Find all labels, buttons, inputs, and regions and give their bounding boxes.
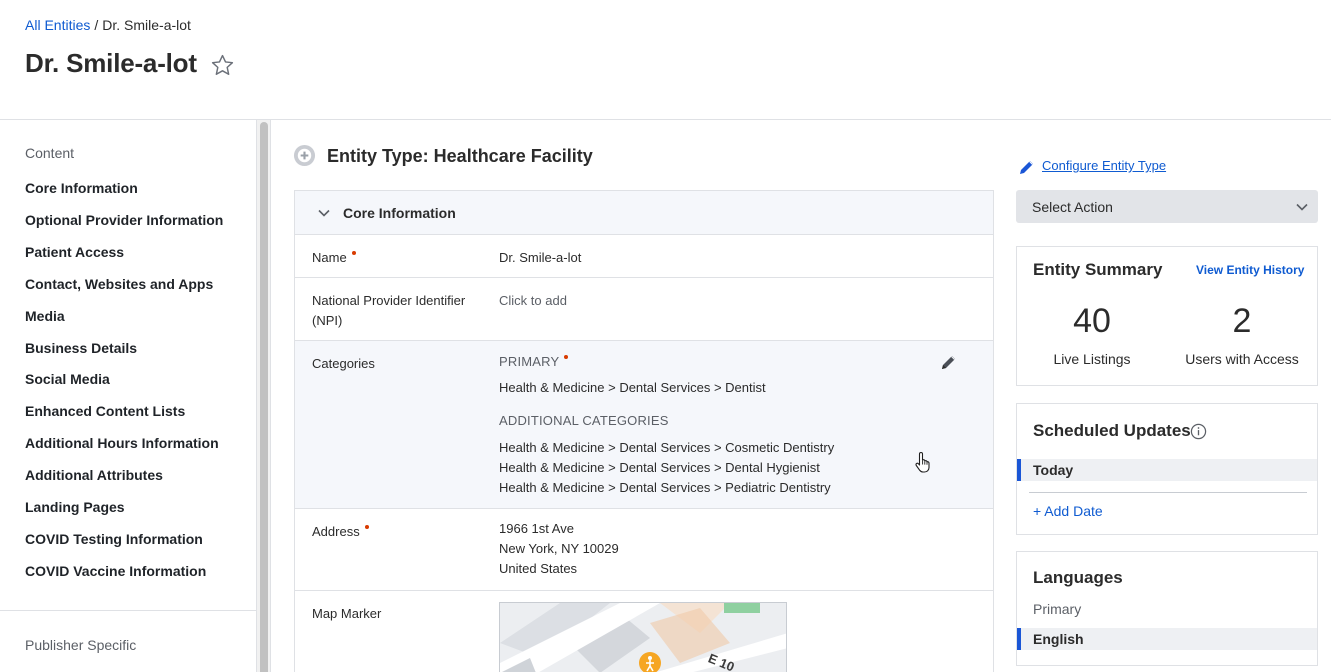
page-title: Dr. Smile-a-lot bbox=[25, 48, 197, 78]
field-label-name: Name bbox=[312, 248, 472, 268]
languages-card: Languages Primary English bbox=[1016, 551, 1318, 666]
scheduled-today-row[interactable]: Today bbox=[1017, 459, 1317, 481]
sidebar-item-core-information[interactable]: Core Information bbox=[25, 180, 138, 196]
sidebar-item-contact-websites-apps[interactable]: Contact, Websites and Apps bbox=[25, 276, 213, 292]
required-indicator bbox=[564, 355, 569, 359]
chevron-down-icon[interactable] bbox=[318, 208, 330, 218]
language-english-row[interactable]: English bbox=[1017, 628, 1317, 650]
required-indicator bbox=[364, 525, 369, 529]
scheduled-updates-title: Scheduled Updates bbox=[1033, 421, 1191, 440]
view-entity-history-link[interactable]: View Entity History bbox=[1196, 263, 1304, 277]
sidebar-item-optional-provider-information[interactable]: Optional Provider Information bbox=[25, 212, 223, 228]
configure-entity-type-link[interactable]: Configure Entity Type bbox=[1042, 158, 1166, 173]
sidebar-item-business-details[interactable]: Business Details bbox=[25, 340, 137, 356]
field-label-categories: Categories bbox=[312, 356, 375, 371]
categories-additional-heading: ADDITIONAL CATEGORIES bbox=[499, 413, 669, 428]
field-label-npi: National Provider Identifier (NPI) bbox=[312, 293, 466, 328]
address-line: New York, NY 10029 bbox=[499, 541, 619, 556]
pencil-icon bbox=[1020, 161, 1033, 174]
page-header: All Entities / Dr. Smile-a-lot Dr. Smile-a… bbox=[0, 0, 1331, 120]
field-label-map-marker: Map Marker bbox=[312, 606, 382, 621]
core-information-title: Core Information bbox=[343, 205, 456, 221]
hand-cursor-icon bbox=[915, 451, 930, 473]
field-row-name[interactable]: Name Dr. Smile-a-lot bbox=[295, 235, 993, 278]
sidebar-item-landing-pages[interactable]: Landing Pages bbox=[25, 499, 125, 515]
sidebar-scrollbar-thumb[interactable] bbox=[260, 122, 268, 672]
field-row-npi[interactable]: National Provider Identifier (NPI) Click… bbox=[295, 278, 993, 341]
sidebar-item-enhanced-content-lists[interactable]: Enhanced Content Lists bbox=[25, 403, 185, 419]
entity-summary-title: Entity Summary bbox=[1033, 260, 1163, 279]
breadcrumb: All Entities / Dr. Smile-a-lot bbox=[25, 17, 191, 33]
breadcrumb-separator: / bbox=[94, 17, 99, 33]
live-listings-label: Live Listings bbox=[1053, 351, 1131, 367]
content-sidebar: Content Core Information Optional Provid… bbox=[0, 120, 257, 672]
sidebar-heading: Content bbox=[25, 145, 75, 161]
entity-type-icon bbox=[293, 144, 316, 167]
sidebar-item-social-media[interactable]: Social Media bbox=[25, 371, 110, 387]
core-information-header[interactable]: Core Information bbox=[295, 191, 993, 235]
sidebar-item-additional-attributes[interactable]: Additional Attributes bbox=[25, 467, 163, 483]
pencil-icon[interactable] bbox=[940, 353, 958, 371]
select-action-label: Select Action bbox=[1032, 199, 1113, 215]
info-icon[interactable] bbox=[1190, 423, 1207, 440]
categories-primary-value: Health & Medicine > Dental Services > De… bbox=[499, 380, 766, 395]
chevron-down-icon bbox=[1296, 203, 1308, 211]
field-row-address[interactable]: Address 1966 1st Ave New York, NY 10029 … bbox=[295, 509, 993, 591]
address-line: United States bbox=[499, 561, 578, 576]
entity-type-label: Entity Type: Healthcare Facility bbox=[327, 146, 593, 166]
breadcrumb-current: Dr. Smile-a-lot bbox=[102, 17, 191, 33]
field-row-map-marker[interactable]: Map Marker E 10 bbox=[295, 591, 993, 672]
add-date-button[interactable]: + Add Date bbox=[1033, 503, 1103, 519]
select-action-dropdown[interactable]: Select Action bbox=[1016, 190, 1318, 223]
sidebar-scrollbar[interactable] bbox=[257, 120, 271, 672]
sidebar-divider bbox=[0, 610, 257, 611]
star-icon[interactable] bbox=[210, 53, 235, 78]
live-listings-count[interactable]: 40 bbox=[1017, 302, 1167, 341]
required-indicator bbox=[351, 251, 356, 255]
scheduled-today-label: Today bbox=[1033, 462, 1074, 478]
sidebar-item-covid-vaccine[interactable]: COVID Vaccine Information bbox=[25, 563, 206, 579]
scheduled-updates-card: Scheduled Updates Today + Add Date bbox=[1016, 403, 1318, 535]
field-value-categories[interactable]: PRIMARY Health & Medicine > Dental Servi… bbox=[499, 352, 834, 498]
entity-summary-card: Entity Summary View Entity History 40 Li… bbox=[1016, 246, 1318, 386]
categories-additional-value: Health & Medicine > Dental Services > Co… bbox=[499, 440, 835, 455]
languages-title: Languages bbox=[1033, 568, 1123, 587]
scheduled-divider bbox=[1029, 492, 1307, 493]
sidebar-item-additional-hours[interactable]: Additional Hours Information bbox=[25, 435, 219, 451]
categories-additional-value: Health & Medicine > Dental Services > Pe… bbox=[499, 480, 831, 495]
users-with-access-label: Users with Access bbox=[1185, 351, 1299, 367]
categories-additional-value: Health & Medicine > Dental Services > De… bbox=[499, 460, 820, 475]
sidebar-item-patient-access[interactable]: Patient Access bbox=[25, 244, 124, 260]
sidebar-publisher-heading: Publisher Specific bbox=[25, 637, 137, 653]
field-row-categories[interactable]: Categories PRIMARY Health & Medicine > D… bbox=[295, 341, 993, 509]
selected-indicator bbox=[1017, 628, 1021, 650]
categories-primary-heading: PRIMARY bbox=[499, 352, 834, 372]
map-pin-icon[interactable] bbox=[638, 651, 662, 672]
address-line: 1966 1st Ave bbox=[499, 521, 574, 536]
field-label-address: Address bbox=[312, 522, 472, 542]
map-preview[interactable]: E 10 bbox=[499, 602, 787, 672]
selected-indicator bbox=[1017, 459, 1021, 481]
field-value-npi[interactable]: Click to add bbox=[499, 291, 567, 311]
sidebar-item-media[interactable]: Media bbox=[25, 308, 65, 324]
breadcrumb-all-entities[interactable]: All Entities bbox=[25, 17, 90, 33]
field-value-name[interactable]: Dr. Smile-a-lot bbox=[499, 248, 581, 268]
language-english-label: English bbox=[1033, 631, 1084, 647]
languages-primary-label: Primary bbox=[1033, 601, 1082, 617]
sidebar-item-covid-testing[interactable]: COVID Testing Information bbox=[25, 531, 203, 547]
field-value-address[interactable]: 1966 1st Ave New York, NY 10029 United S… bbox=[499, 519, 619, 579]
users-with-access-count[interactable]: 2 bbox=[1167, 302, 1317, 341]
core-information-panel: Core Information Name Dr. Smile-a-lot Na… bbox=[294, 190, 994, 672]
